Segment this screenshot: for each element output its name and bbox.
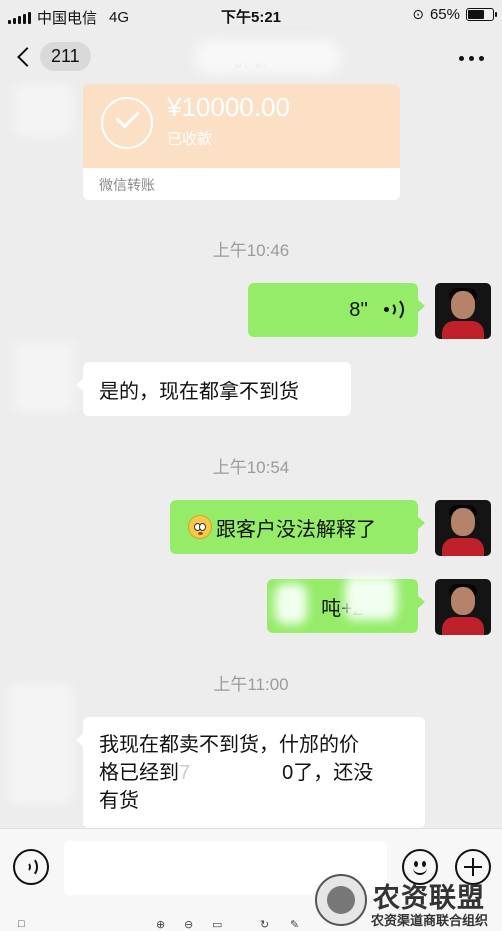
transfer-label: 微信转账: [99, 177, 155, 193]
message-redaction: [275, 584, 307, 624]
page-icon: ▭: [212, 919, 223, 931]
contact-avatar-blurred[interactable]: [14, 84, 72, 136]
watermark-logo-icon: [315, 874, 367, 926]
transfer-amount: ¥10000.00: [167, 92, 290, 122]
transfer-card-top: ¥10000.00 已收款: [83, 84, 400, 168]
message-text-part: 0了，还没: [282, 762, 374, 784]
message-text-part: 格已经到: [99, 762, 179, 784]
message-text: 跟客户没法解释了: [216, 518, 376, 541]
contact-avatar-blurred[interactable]: [10, 684, 72, 804]
transfer-status: 已收款: [167, 131, 213, 148]
voice-duration: 8'': [349, 298, 368, 321]
my-avatar[interactable]: [435, 283, 491, 339]
timestamp: 上午10:46: [212, 241, 290, 260]
more-icon[interactable]: [459, 56, 484, 61]
message-line: 我现在都卖不到货，什邡的价: [99, 734, 359, 756]
zoom-out-icon: ⊖: [184, 919, 194, 931]
received-message[interactable]: 是的，现在都拿不到货: [76, 362, 351, 416]
edit-icon: ✎: [290, 919, 300, 931]
voice-input-icon[interactable]: [13, 849, 49, 885]
timestamp: 上午11:00: [213, 675, 289, 694]
toolbar-square-icon: □: [18, 918, 25, 930]
message-line: 有货: [99, 790, 139, 812]
sent-message[interactable]: 跟客户没法解释了: [170, 500, 425, 554]
battery-icon: [466, 8, 497, 21]
my-avatar[interactable]: [435, 579, 491, 635]
message-text: 是的，现在都拿不到货: [99, 380, 299, 403]
battery-percent: 65%: [429, 6, 460, 23]
chat-header: 211 群聊: [0, 32, 502, 84]
received-message[interactable]: 我现在都卖不到货，什邡的价 格已经到7 0了，还没 有货: [76, 717, 425, 828]
message-text-part-redacted: 7: [179, 762, 191, 784]
status-right: ⊙ 65%: [412, 6, 497, 23]
rotate-icon: ↻: [260, 919, 270, 931]
watermark-subtitle: 农资渠道商联合组织: [371, 914, 489, 929]
voice-message[interactable]: 8'': [248, 283, 425, 337]
title-redaction: [195, 40, 340, 74]
message-line: 格已经到7 0了，还没: [99, 759, 409, 787]
worried-emoji-icon: [188, 515, 212, 539]
message-redaction: [345, 576, 397, 620]
timestamp: 上午10:54: [212, 458, 290, 477]
watermark: 农资联盟 农资渠道商联合组织: [315, 852, 502, 931]
rotation-lock-icon: ⊙: [412, 6, 424, 22]
transfer-card[interactable]: ¥10000.00 已收款 微信转账: [83, 84, 400, 200]
contact-avatar-blurred[interactable]: [14, 342, 74, 412]
zoom-in-icon: ⊕: [156, 919, 166, 931]
check-icon: [101, 97, 153, 149]
my-avatar[interactable]: [435, 500, 491, 556]
chat-area[interactable]: ¥10000.00 已收款 微信转账 上午10:46 8'' 是的，现在都拿不到…: [0, 84, 502, 828]
voice-wave-icon: [384, 297, 404, 322]
status-bar: 中国电信 4G 下午5:21 ⊙ 65%: [0, 0, 502, 32]
